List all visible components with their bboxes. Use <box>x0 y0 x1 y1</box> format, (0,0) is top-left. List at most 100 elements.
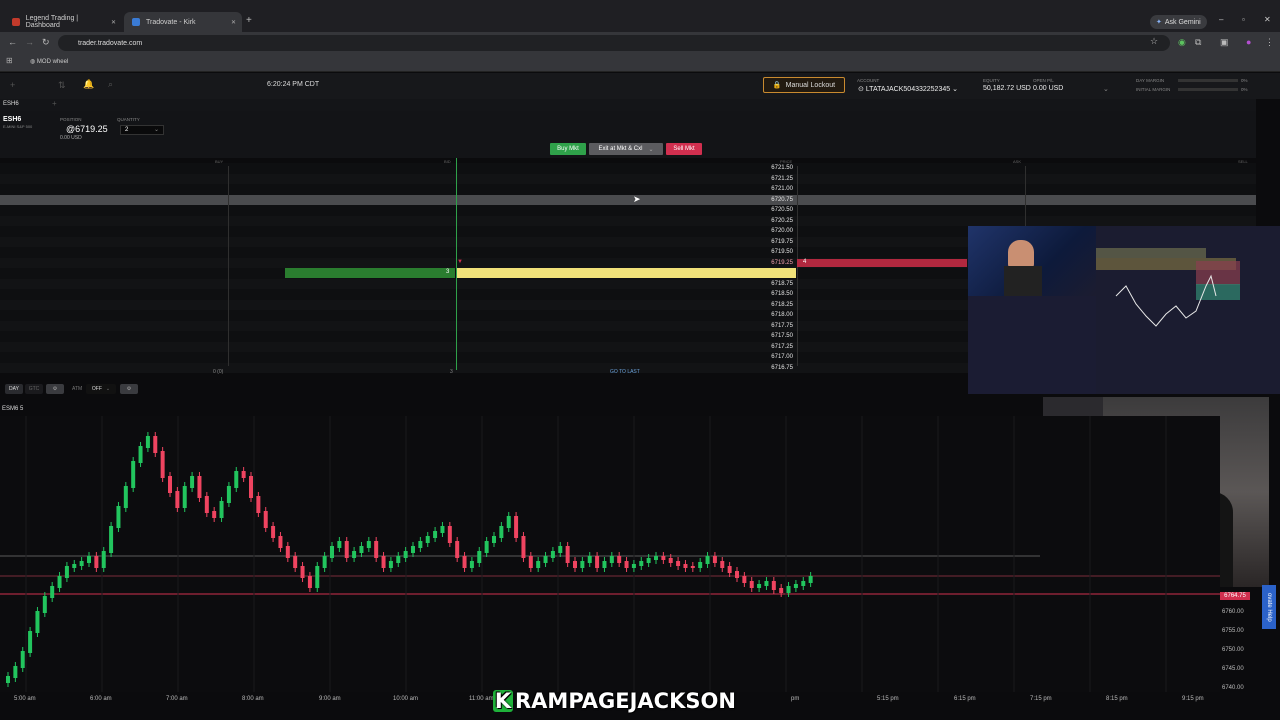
candle-body <box>720 561 725 568</box>
ladder-row[interactable]: 6721.25 <box>0 173 1256 184</box>
search-icon[interactable]: ⌕ <box>108 79 113 90</box>
watermark-text: RAMPAGEJACKSON <box>515 689 736 713</box>
candle-body <box>477 551 482 563</box>
candle-body <box>543 556 548 563</box>
close-icon[interactable]: ✕ <box>111 19 116 26</box>
open-pl-value: 0.00 USD <box>1033 85 1064 92</box>
ladder-price: 6721.00 <box>771 186 793 192</box>
x-tick: 5:15 pm <box>877 696 899 702</box>
quantity-input[interactable]: 2 ⌄ <box>120 125 164 135</box>
y-tick: 6740.00 <box>1222 685 1244 691</box>
bell-icon[interactable]: 🔔 <box>83 79 94 90</box>
tif-day-toggle[interactable]: DAY <box>5 384 23 394</box>
candle-body <box>735 571 739 578</box>
ladder-row[interactable]: 6720.25 <box>0 215 1256 226</box>
x-tick: 9:15 pm <box>1182 696 1204 702</box>
candle-body <box>455 541 460 558</box>
price-chart[interactable] <box>0 416 1220 692</box>
apps-grid-icon[interactable]: ⊞ <box>6 56 13 65</box>
help-tab[interactable]: ovate Help <box>1262 585 1276 629</box>
candle-body <box>374 541 379 558</box>
bookmark-label: MOD wheel <box>36 59 69 65</box>
candle-body <box>646 558 651 563</box>
ladder-price: 6720.00 <box>771 228 793 234</box>
reload-icon[interactable]: ↻ <box>42 37 50 48</box>
dom-tab-symbol[interactable]: ESH6 <box>3 101 19 107</box>
account-select[interactable]: ⊙ LTATAJACK504332252345 ⌄ <box>858 85 958 93</box>
address-bar-row: ← → ↻ trader.tradovate.com ☆ ◉ ⧉ ▣ ● ⋮ <box>0 32 1280 54</box>
extension-icon[interactable]: ◉ <box>1178 37 1186 48</box>
y-tick: 6755.00 <box>1222 628 1244 634</box>
new-tab-icon[interactable]: + <box>246 15 252 26</box>
chart-symbol[interactable]: ESM6 5 <box>2 406 23 412</box>
add-tab-icon[interactable]: + <box>52 99 57 108</box>
profile-avatar[interactable]: ● <box>1246 37 1251 47</box>
ask-gemini-button[interactable]: ✦ Ask Gemini <box>1150 15 1207 29</box>
sell-market-button[interactable]: Sell Mkt <box>666 143 702 155</box>
atm-select[interactable]: OFF ⌄ <box>86 384 116 394</box>
bookmark-mod-wheel[interactable]: ◍ MOD wheel <box>30 58 68 65</box>
close-icon[interactable]: ✕ <box>231 19 236 26</box>
ladder-price: 6720.25 <box>771 217 793 224</box>
maximize-icon[interactable]: ▫ <box>1242 15 1245 24</box>
back-icon[interactable]: ← <box>8 37 17 47</box>
candle-body <box>344 541 349 558</box>
legend-favicon-icon <box>12 18 20 26</box>
chevron-down-icon[interactable]: ⌄ <box>1103 85 1109 93</box>
candle-body <box>536 561 541 568</box>
candle-body <box>57 576 62 588</box>
candle-body <box>742 576 747 583</box>
candle-body <box>315 566 320 588</box>
candle-body <box>204 496 209 513</box>
candle-body <box>514 516 519 538</box>
minimize-icon[interactable]: – <box>1219 15 1223 24</box>
x-tick: 9:00 am <box>319 696 341 702</box>
ladder-price: 6717.00 <box>771 354 793 360</box>
candle-body <box>609 556 614 563</box>
ladder-row[interactable]: 6721.00 <box>0 184 1256 195</box>
lock-icon: 🔒 <box>772 82 782 89</box>
add-icon[interactable]: + <box>10 80 15 90</box>
candle-body <box>749 581 754 588</box>
go-to-last-link[interactable]: GO TO LAST <box>610 369 640 375</box>
candle-body <box>28 631 33 653</box>
buy-market-button[interactable]: Buy Mkt <box>550 143 586 155</box>
menu-dots-icon[interactable]: ⋮ <box>1265 37 1274 48</box>
candle-body <box>786 586 791 593</box>
x-tick: 6:15 pm <box>954 696 976 702</box>
candle-body <box>175 491 180 508</box>
url-field[interactable]: trader.tradovate.com <box>58 35 1170 51</box>
x-tick: pm <box>791 696 800 702</box>
side-panel-icon[interactable]: ▣ <box>1220 37 1229 48</box>
x-tick: 8:15 pm <box>1106 696 1128 702</box>
chevron-down-icon: ⌄ <box>153 127 159 133</box>
day-margin-bar <box>1178 79 1238 82</box>
candle-body <box>528 556 533 568</box>
forward-icon[interactable]: → <box>25 37 34 47</box>
ladder-row[interactable]: 6721.50 <box>0 163 1256 174</box>
last-price-bar <box>456 268 796 278</box>
ladder-row[interactable]: 6720.75 <box>0 194 1256 205</box>
position-label: POSITION <box>60 117 82 122</box>
gear-icon[interactable]: ⚙ <box>46 384 64 394</box>
candle-body <box>521 536 526 558</box>
initial-margin-label: INITIAL MARGIN <box>1136 87 1171 92</box>
candle-body <box>241 471 246 478</box>
ladder-price: 6717.50 <box>771 333 793 339</box>
tab-legend-trading[interactable]: Legend Trading | Dashboard ✕ <box>4 12 122 32</box>
ask-size: 4 <box>803 259 807 265</box>
exit-at-market-button[interactable]: Exit at Mkt & Cxl ⌄ <box>589 143 663 155</box>
ladder-row[interactable]: 6720.50 <box>0 205 1256 216</box>
sort-arrows-icon[interactable]: ⇅ <box>58 80 66 91</box>
close-window-icon[interactable]: ✕ <box>1264 15 1271 24</box>
candle-body <box>322 556 327 568</box>
extensions-puzzle-icon[interactable]: ⧉ <box>1195 37 1201 48</box>
tif-gtc-toggle[interactable]: GTC <box>25 384 43 394</box>
mouse-cursor-icon: ➤ <box>633 194 641 204</box>
candle-body <box>42 596 47 613</box>
bookmark-star-icon[interactable]: ☆ <box>1150 36 1158 47</box>
manual-lockout-button[interactable]: 🔒 Manual Lockout <box>763 77 845 93</box>
settings-icon[interactable]: ⚙ <box>120 384 138 394</box>
bookmarks-bar: ⊞ ◍ MOD wheel <box>0 54 1280 72</box>
tab-tradovate[interactable]: Tradovate - Kirk ✕ <box>124 12 242 32</box>
